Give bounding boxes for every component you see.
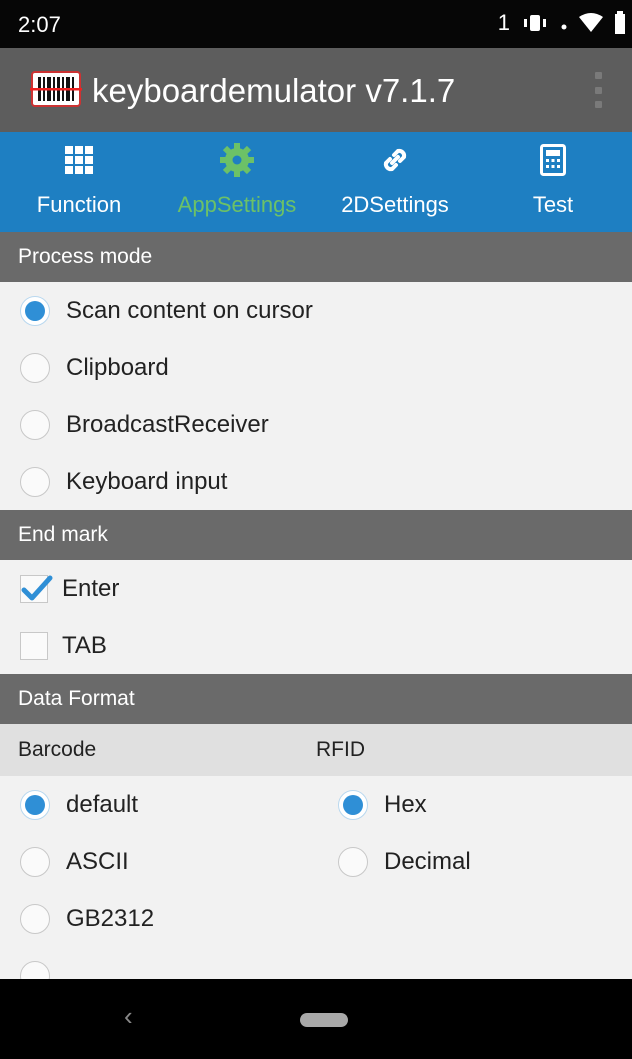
tab-appsettings[interactable]: AppSettings [158,132,316,232]
radio-barcode-gb2312[interactable]: GB2312 [0,890,316,947]
app-bar: keyboardemulator v7.1.7 [0,48,632,132]
radio-label: Clipboard [66,353,169,381]
gear-icon [219,142,255,178]
radio-label: Keyboard input [66,467,228,495]
checkbox-tab[interactable]: TAB [0,617,632,674]
tab-test-label: Test [532,192,574,217]
radio-rfid-hex[interactable]: Hex [316,776,632,833]
rfid-options: Hex Decimal [316,776,632,979]
rfid-column-header: RFID [316,738,365,761]
tab-bar: Function AppSettings 2DSettings Test [0,132,632,232]
radio-label: Scan content on cursor [66,296,313,324]
checkbox-enter[interactable]: Enter [0,560,632,617]
radio-label: ASCII [66,847,129,875]
radio-keyboard-input[interactable]: Keyboard input [0,453,632,510]
data-format-subheader: Barcode RFID [0,724,632,776]
radio-label: Hex [384,790,427,818]
tab-appsettings-label: AppSettings [177,192,297,217]
tab-test[interactable]: Test [474,132,632,232]
home-pill-icon[interactable] [300,1013,348,1027]
overflow-menu-icon[interactable] [590,72,606,108]
radio-label: BroadcastReceiver [66,410,269,438]
radio-label: GB2312 [66,904,155,932]
navigation-bar: ‹ [0,979,632,1059]
wifi-icon [578,12,604,34]
barcode-column-header: Barcode [18,738,97,761]
checkmark-icon [21,575,53,600]
radio-clipboard[interactable]: Clipboard [0,339,632,396]
barcode-options: default ASCII GB2312 [0,776,316,979]
radio-barcode-default[interactable]: default [0,776,316,833]
process-mode-header: Process mode [0,232,632,282]
radio-label: default [66,790,139,818]
vibrate-icon [520,12,550,34]
radio-scan-content-on-cursor[interactable]: Scan content on cursor [0,282,632,339]
radio-button[interactable] [20,352,50,383]
checkbox[interactable] [20,631,48,660]
checkbox-label: TAB [62,631,107,659]
tab-2dsettings[interactable]: 2DSettings [316,132,474,232]
tab-2dsettings-label: 2DSettings [341,192,449,217]
radio-barcode-partial[interactable] [0,947,316,979]
tab-function[interactable]: Function [0,132,158,232]
battery-icon [614,11,626,35]
radio-button-selected[interactable] [338,789,368,820]
radio-button[interactable] [20,466,50,497]
end-mark-header: End mark [0,510,632,560]
radio-button[interactable] [20,960,50,979]
checkbox-checked[interactable] [20,574,53,603]
radio-button[interactable] [338,846,368,877]
radio-button[interactable] [20,409,50,440]
radio-button-selected[interactable] [20,789,50,820]
radio-button[interactable] [20,846,50,877]
data-format-header: Data Format [0,674,632,724]
status-bar: 2:07 1 [0,0,632,48]
checkbox-label: Enter [62,574,120,602]
settings-content[interactable]: Process mode Scan content on cursor Clip… [0,232,632,979]
radio-button[interactable] [20,903,50,934]
status-icons: 1 [498,10,626,36]
sim-indicator: 1 [497,10,510,35]
radio-rfid-decimal[interactable]: Decimal [316,833,632,890]
data-arrows-icon [560,12,568,34]
tab-function-label: Function [36,192,122,217]
radio-button-selected[interactable] [20,295,50,326]
radio-broadcastreceiver[interactable]: BroadcastReceiver [0,396,632,453]
app-title: keyboardemulator v7.1.7 [92,72,456,109]
calculator-icon [540,142,566,178]
link-icon [378,142,412,178]
radio-barcode-ascii[interactable]: ASCII [0,833,316,890]
radio-label: Decimal [384,847,471,875]
grid-icon [65,142,93,178]
status-time: 2:07 [18,12,61,37]
data-format-options: default ASCII GB2312 Hex Decimal [0,776,632,979]
back-icon[interactable]: ‹ [124,1001,133,1032]
barcode-logo-icon [30,70,82,108]
